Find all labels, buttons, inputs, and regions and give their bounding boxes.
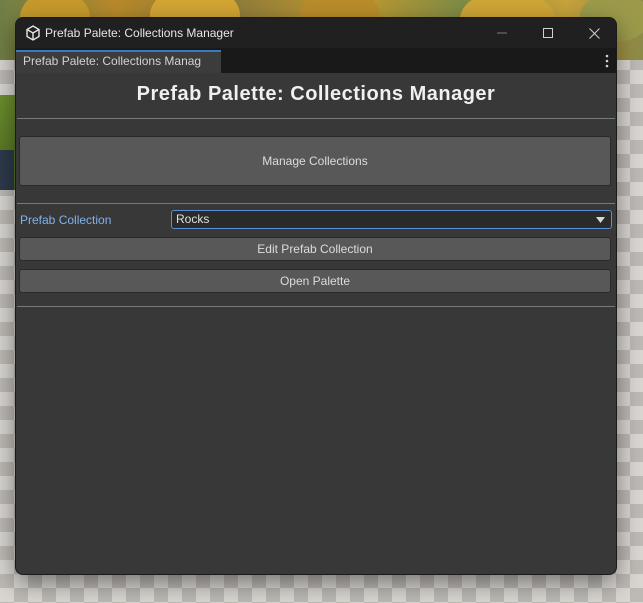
scene-rock — [0, 150, 14, 190]
tab-collections-manager[interactable]: Prefab Palete: Collections Manag — [16, 50, 221, 73]
edit-prefab-collection-button[interactable]: Edit Prefab Collection — [19, 237, 611, 261]
minimize-icon — [497, 32, 507, 34]
page-title: Prefab Palette: Collections Manager — [136, 83, 496, 105]
unity-cube-icon — [26, 25, 40, 41]
panel-content: Prefab Palette: Collections Manager Mana… — [16, 73, 616, 574]
title-bar[interactable]: Prefab Palete: Collections Manager — [16, 18, 616, 48]
close-button[interactable] — [571, 18, 616, 48]
prefab-collection-label: Prefab Collection — [20, 213, 112, 227]
close-icon — [588, 27, 600, 39]
minimize-button[interactable] — [479, 18, 525, 48]
maximize-button[interactable] — [525, 18, 571, 48]
chevron-down-icon — [596, 217, 605, 223]
maximize-icon — [543, 28, 553, 38]
divider — [17, 118, 615, 119]
kebab-menu-icon[interactable] — [605, 54, 609, 68]
open-palette-button[interactable]: Open Palette — [19, 269, 611, 293]
divider — [17, 306, 615, 307]
divider — [17, 203, 615, 204]
collections-manager-window: Prefab Palete: Collections Manager Prefa… — [15, 17, 617, 575]
window-title: Prefab Palete: Collections Manager — [45, 26, 234, 40]
prefab-collection-dropdown[interactable]: Rocks — [171, 210, 612, 229]
dropdown-selected-value: Rocks — [176, 212, 210, 226]
tab-bar: Prefab Palete: Collections Manag — [16, 48, 616, 73]
manage-collections-button[interactable]: Manage Collections — [19, 136, 611, 186]
